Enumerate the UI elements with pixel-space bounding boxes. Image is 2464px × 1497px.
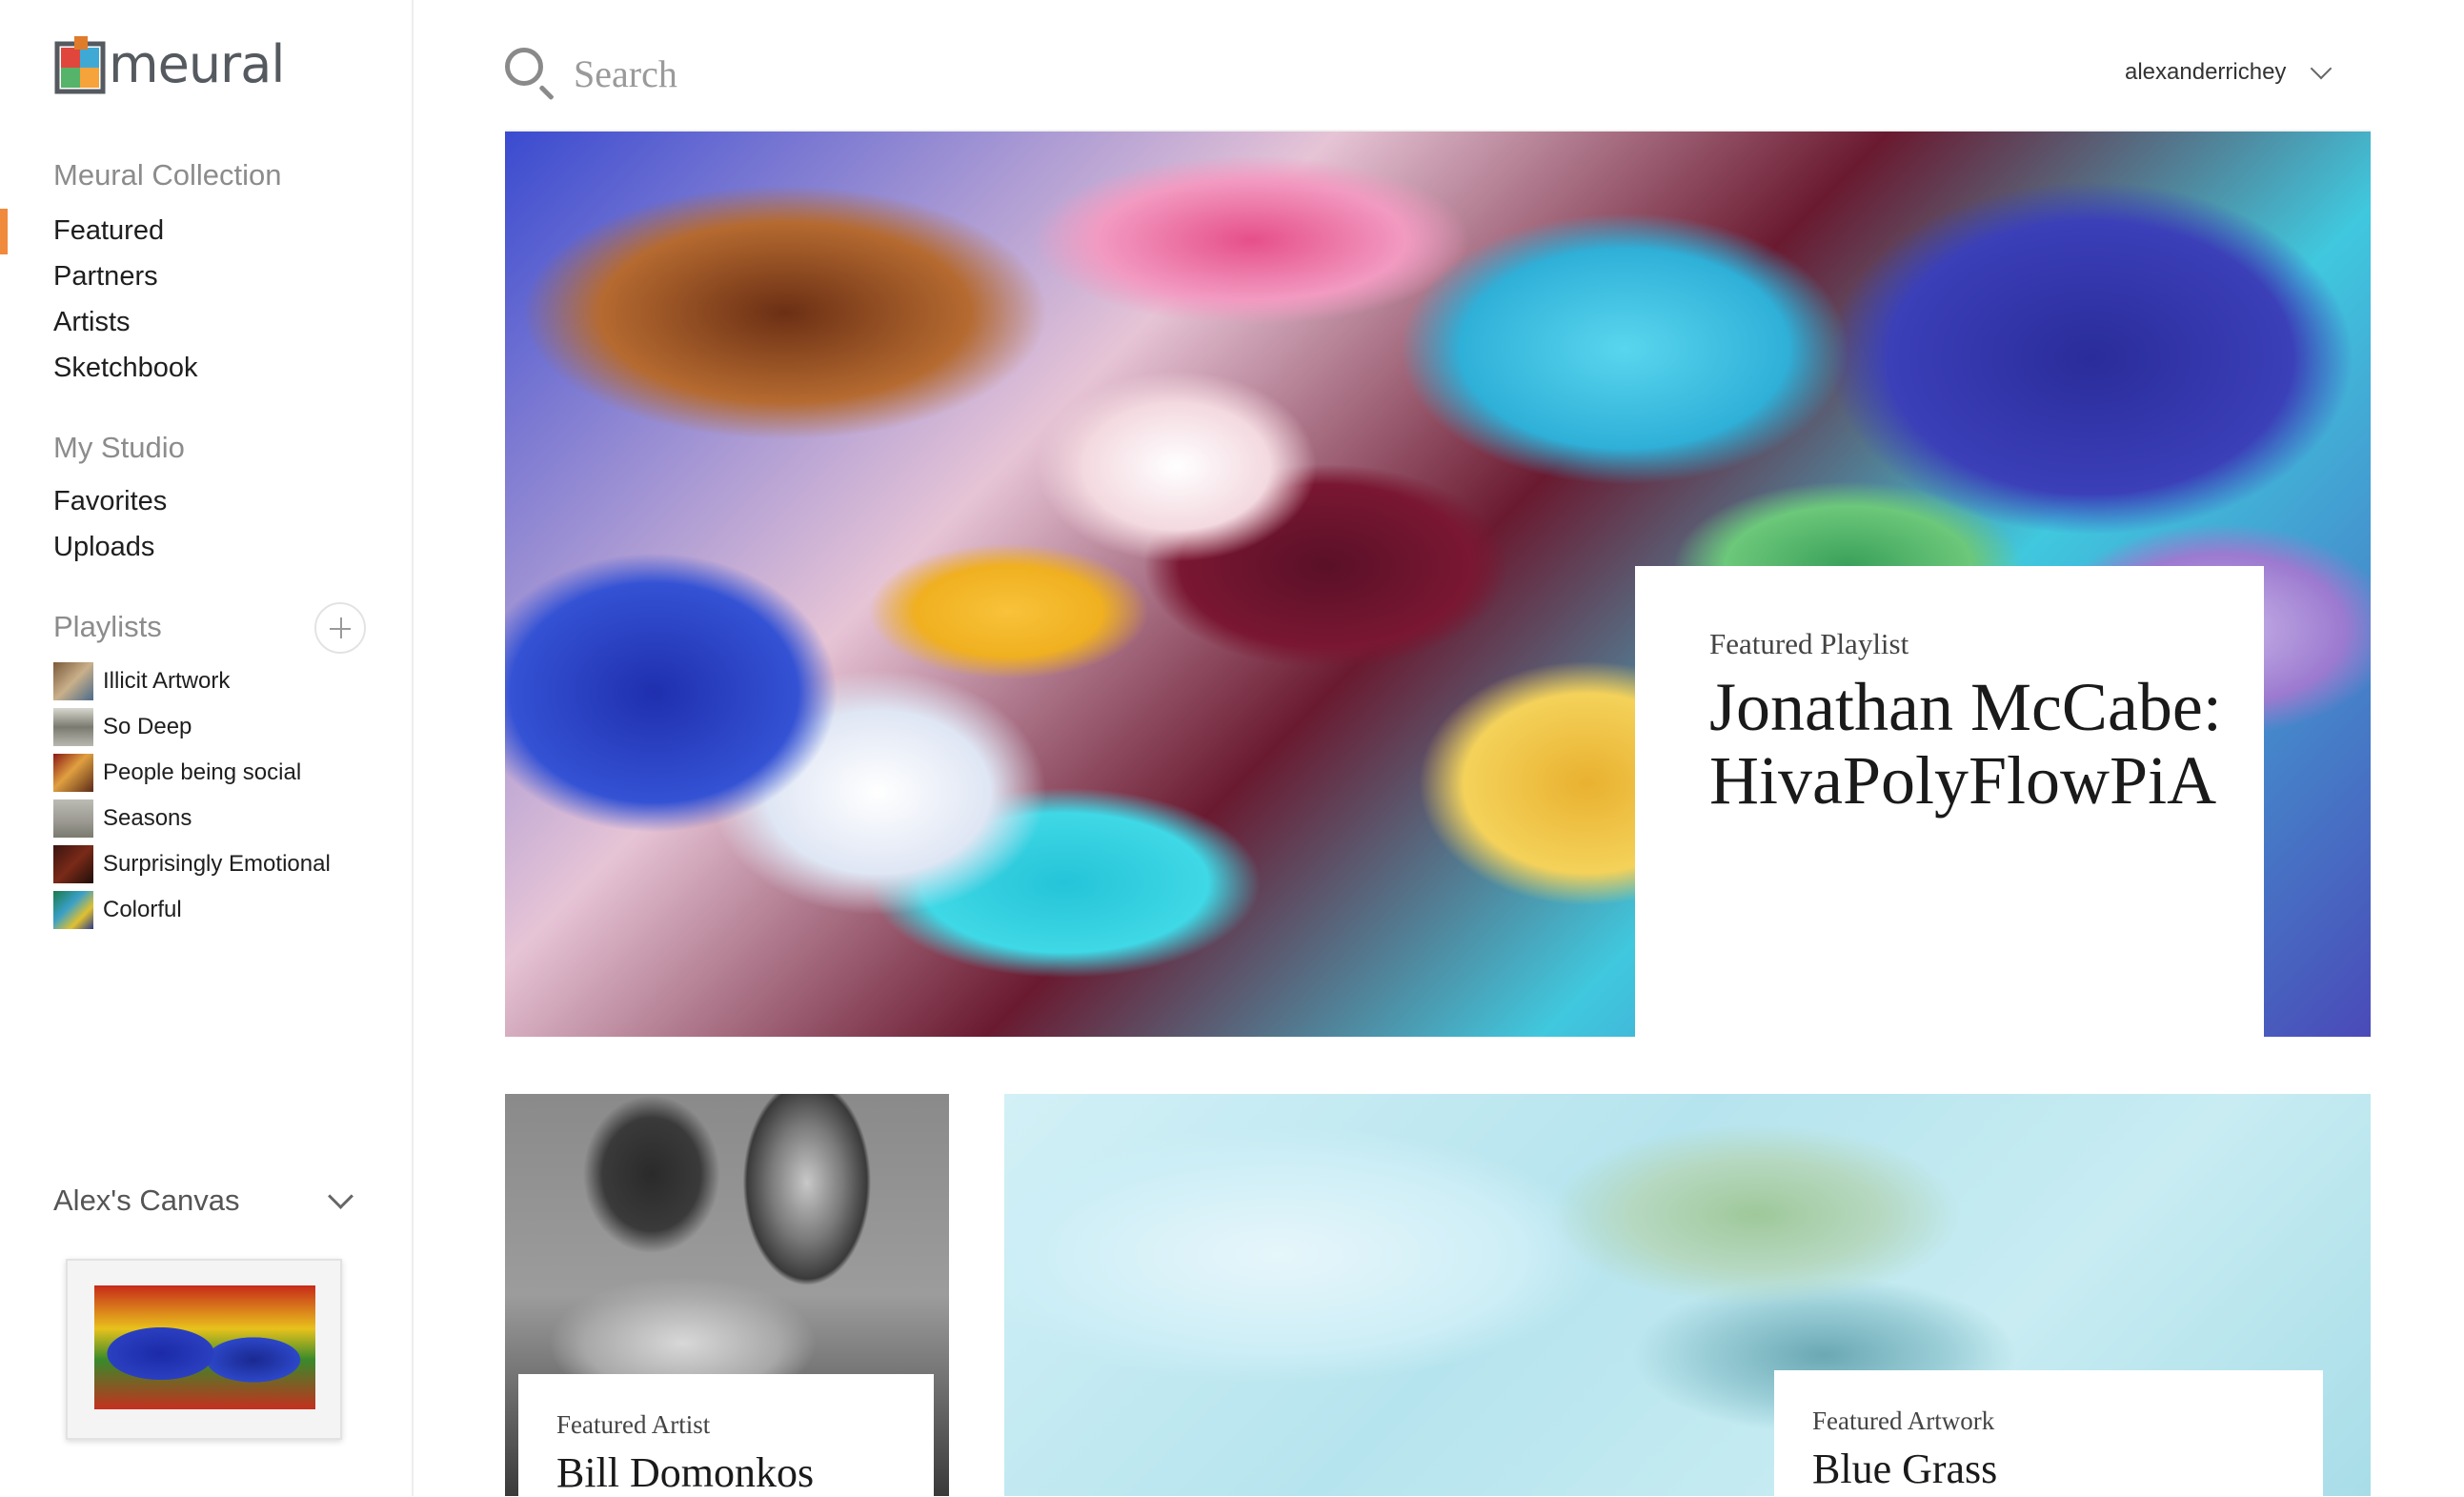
playlist-item[interactable]: People being social: [53, 753, 301, 793]
canvas-title: Alex's Canvas: [53, 1183, 240, 1217]
username: alexanderrichey: [2125, 59, 2287, 85]
nav-favorites[interactable]: Favorites: [53, 486, 167, 517]
search-icon[interactable]: [505, 48, 543, 86]
section-title-collection: Meural Collection: [53, 158, 282, 192]
playlist-label: People being social: [103, 759, 302, 785]
active-indicator: [0, 209, 8, 254]
brand-name: meural: [109, 34, 285, 94]
playlist-item[interactable]: So Deep: [53, 707, 192, 747]
playlist-thumbnail: [53, 662, 93, 700]
playlist-thumbnail: [53, 845, 93, 883]
playlist-item[interactable]: Seasons: [53, 799, 192, 839]
nav-featured[interactable]: Featured: [53, 215, 164, 247]
nav-artists[interactable]: Artists: [53, 307, 131, 338]
section-title-studio: My Studio: [53, 431, 185, 464]
playlist-label: Illicit Artwork: [103, 668, 231, 694]
featured-artist-name[interactable]: Bill Domonkos: [556, 1448, 814, 1497]
user-menu[interactable]: alexanderrichey: [2125, 59, 2286, 86]
section-title-playlists: Playlists: [53, 610, 162, 643]
playlist-label: Surprisingly Emotional: [103, 851, 331, 877]
hero-title[interactable]: Jonathan McCabe: HivaPolyFlowPiA: [1709, 671, 2224, 818]
playlist-item[interactable]: Illicit Artwork: [53, 661, 230, 701]
playlist-thumbnail: [53, 891, 93, 929]
playlist-thumbnail: [53, 708, 93, 746]
playlist-item[interactable]: Colorful: [53, 890, 182, 930]
add-playlist-button[interactable]: [314, 602, 366, 654]
featured-artwork-name[interactable]: Blue Grass: [1812, 1445, 1997, 1493]
nav-uploads[interactable]: Uploads: [53, 532, 154, 563]
canvas-preview[interactable]: [66, 1259, 342, 1440]
playlist-thumbnail: [53, 754, 93, 792]
nav-sketchbook[interactable]: Sketchbook: [53, 353, 198, 384]
playlist-item[interactable]: Surprisingly Emotional: [53, 844, 331, 884]
meural-logo-icon: [53, 34, 107, 95]
search-input[interactable]: [572, 44, 1433, 103]
sidebar: meural Meural Collection Featured Partne…: [0, 0, 414, 1496]
playlist-label: Seasons: [103, 805, 192, 831]
hero-kicker: Featured Playlist: [1709, 627, 1909, 660]
logo[interactable]: meural: [53, 34, 285, 95]
playlist-thumbnail: [53, 799, 93, 838]
featured-artwork-kicker: Featured Artwork: [1812, 1406, 1995, 1435]
chevron-down-icon[interactable]: [328, 1183, 353, 1209]
playlist-label: Colorful: [103, 897, 182, 922]
playlist-label: So Deep: [103, 714, 192, 739]
featured-artist-kicker: Featured Artist: [556, 1410, 711, 1439]
nav-partners[interactable]: Partners: [53, 261, 158, 293]
canvas-artwork-image: [94, 1285, 315, 1409]
chevron-down-icon[interactable]: [2310, 57, 2333, 80]
